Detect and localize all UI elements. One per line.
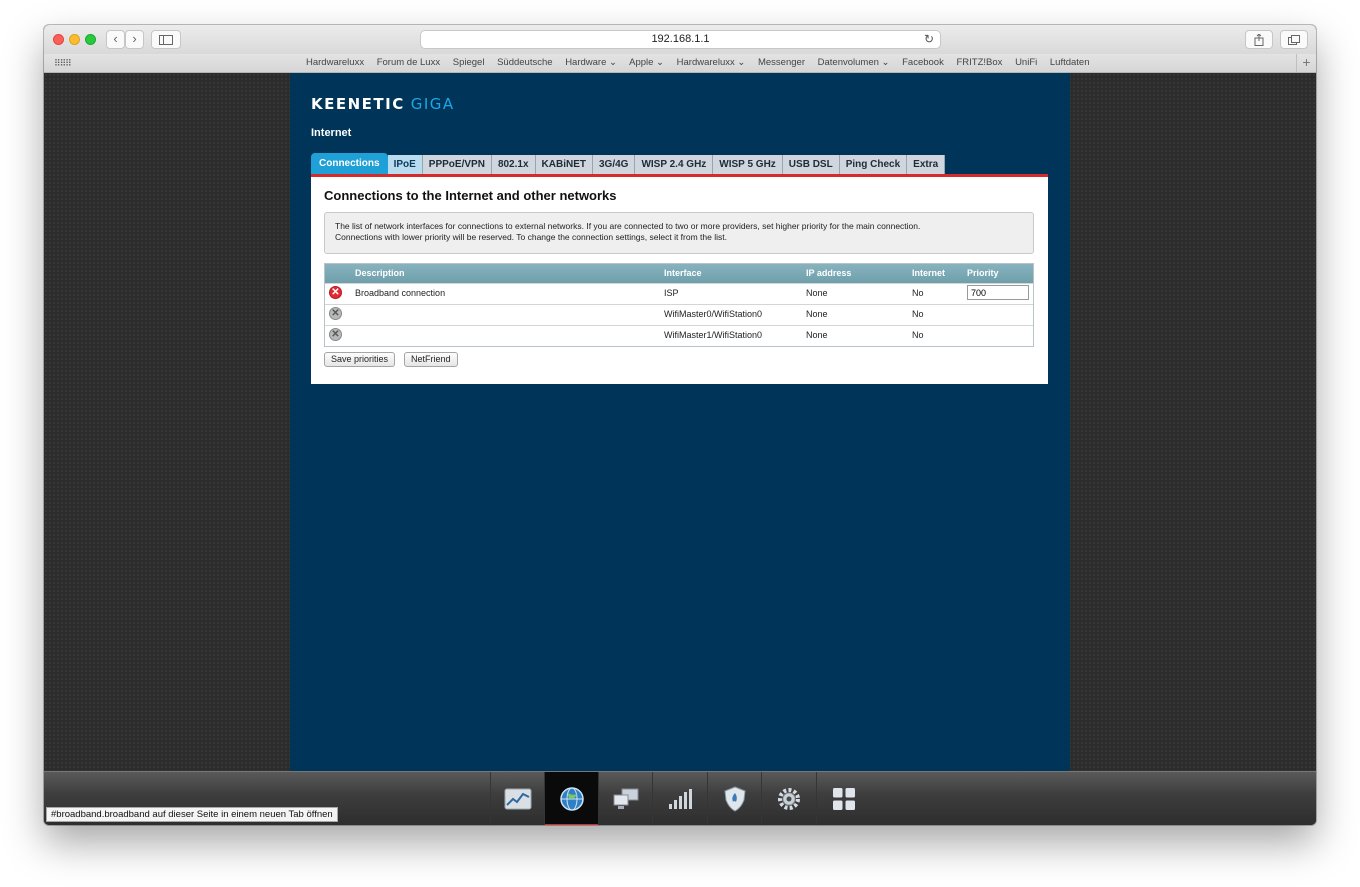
page-background: KEENETIC GIGA Internet Connections IPoE P… [44,73,1316,771]
chevron-right-icon: › [132,31,137,46]
router-panel: KEENETIC GIGA Internet Connections IPoE P… [290,73,1070,771]
netfriend-button[interactable]: NetFriend [404,352,458,367]
connections-title: Connections to the Internet and other ne… [324,188,617,203]
close-window-button[interactable] [53,34,64,45]
favorites-grid-icon[interactable]: ⠿⠿⠿ [54,58,72,69]
row-internet: No [912,309,924,319]
row-ip: None [806,330,828,340]
link-status-tooltip: #broadband.broadband auf dieser Seite in… [46,807,338,822]
row-ip: None [806,288,828,298]
priority-input[interactable] [967,285,1029,300]
info-box: The list of network interfaces for conne… [324,212,1034,254]
page-title: Internet [311,127,352,139]
tab-kabinet[interactable]: KABiNET [535,155,593,174]
favorite-folder[interactable]: Apple ⌄ [629,57,664,68]
favorites-bar: ⠿⠿⠿ Hardwareluxx Forum de Luxx Spiegel S… [44,54,1316,73]
column-priority: Priority [967,268,999,278]
sidebar-toggle-button[interactable] [151,30,181,49]
share-button[interactable] [1245,30,1273,49]
home-network-icon [613,788,638,809]
row-interface: ISP [664,288,679,298]
disabled-status-icon[interactable]: ✕ [329,307,342,320]
connections-panel: Connections to the Internet and other ne… [311,174,1048,384]
tabs-icon [1288,35,1300,45]
chevron-left-icon: ‹ [113,31,118,46]
favorite-link[interactable]: Spiegel [453,57,485,68]
tab-wisp-5[interactable]: WISP 5 GHz [713,155,783,174]
row-internet: No [912,288,924,298]
disabled-status-icon[interactable]: ✕ [329,328,342,341]
tabs-overview-button[interactable] [1280,30,1308,49]
favorite-folder[interactable]: Datenvolumen ⌄ [818,57,890,68]
favorite-link[interactable]: UniFi [1015,57,1037,68]
dock-internet[interactable] [544,772,598,825]
favorite-link[interactable]: Süddeutsche [497,57,552,68]
keenetic-logo[interactable]: KEENETIC GIGA [311,95,455,113]
browser-window: ‹ › 192.168.1.1 ↻ ⠿⠿⠿ Hardwareluxx Forum… [44,25,1316,825]
table-row[interactable]: ✕ WifiMaster0/WifiStation0 None No [325,304,1033,325]
table-row[interactable]: ✕ Broadband connection ISP None No [325,283,1033,304]
minimize-window-button[interactable] [69,34,80,45]
favorite-link[interactable]: Forum de Luxx [377,57,440,68]
add-favorite-button[interactable]: + [1296,54,1316,72]
column-internet: Internet [912,268,946,278]
sidebar-icon [159,35,173,45]
brand-name: KEENETIC [311,95,405,113]
favorite-link[interactable]: Hardwareluxx [306,57,364,68]
apps-grid-icon [832,788,855,810]
dock-wifi[interactable] [652,772,706,825]
dock-security[interactable] [707,772,761,825]
connections-table: Description Interface IP address Interne… [324,263,1034,347]
table-header: Description Interface IP address Interne… [325,264,1033,283]
security-shield-icon [723,786,746,812]
dock-settings[interactable] [761,772,815,825]
tab-usb-dsl[interactable]: USB DSL [782,155,840,174]
internet-globe-icon [559,787,584,811]
tab-8021x[interactable]: 802.1x [491,155,536,174]
favorite-folder[interactable]: Hardwareluxx ⌄ [677,57,746,68]
column-ip-address: IP address [806,268,852,278]
dock-apps[interactable] [816,772,870,825]
favorite-link[interactable]: FRITZ!Box [957,57,1003,68]
address-bar[interactable]: 192.168.1.1 ↻ [420,30,941,49]
dock-dashboard[interactable] [490,772,544,825]
save-priorities-button[interactable]: Save priorities [324,352,396,367]
tab-pppoe-vpn[interactable]: PPPoE/VPN [422,155,492,174]
column-interface: Interface [664,268,702,278]
model-name: GIGA [410,95,455,113]
row-ip: None [806,309,828,319]
share-icon [1254,33,1264,46]
favorite-link[interactable]: Messenger [758,57,805,68]
favorites-list: Hardwareluxx Forum de Luxx Spiegel Südde… [306,57,1100,68]
tab-bar: Connections IPoE PPPoE/VPN 802.1x KABiNE… [311,153,946,174]
url-text: 192.168.1.1 [651,33,710,45]
table-row[interactable]: ✕ WifiMaster1/WifiStation0 None No [325,325,1033,346]
row-interface: WifiMaster0/WifiStation0 [664,309,763,319]
row-internet: No [912,330,924,340]
tab-connections[interactable]: Connections [311,153,388,174]
row-description[interactable]: Broadband connection [355,284,445,303]
wifi-signal-icon [668,789,692,809]
browser-toolbar: ‹ › 192.168.1.1 ↻ [44,25,1316,55]
reload-icon[interactable]: ↻ [924,31,934,48]
favorite-link[interactable]: Luftdaten [1050,57,1090,68]
favorite-folder[interactable]: Hardware ⌄ [565,57,617,68]
tab-ipoe[interactable]: IPoE [387,155,423,174]
column-description: Description [355,268,405,278]
dashboard-icon [504,788,531,810]
zoom-window-button[interactable] [85,34,96,45]
forward-button[interactable]: › [125,30,144,49]
tab-extra[interactable]: Extra [907,155,946,174]
settings-gear-icon [777,788,800,810]
favorite-link[interactable]: Facebook [902,57,944,68]
dock-home-network[interactable] [598,772,652,825]
error-status-icon[interactable]: ✕ [329,286,342,299]
tab-wisp-24[interactable]: WISP 2.4 GHz [635,155,714,174]
row-interface: WifiMaster1/WifiStation0 [664,330,763,340]
tab-ping-check[interactable]: Ping Check [839,155,908,174]
tab-3g-4g[interactable]: 3G/4G [592,155,636,174]
back-button[interactable]: ‹ [106,30,125,49]
info-text-line: The list of network interfaces for conne… [335,221,921,231]
info-text-line: Connections with lower priority will be … [335,232,727,242]
